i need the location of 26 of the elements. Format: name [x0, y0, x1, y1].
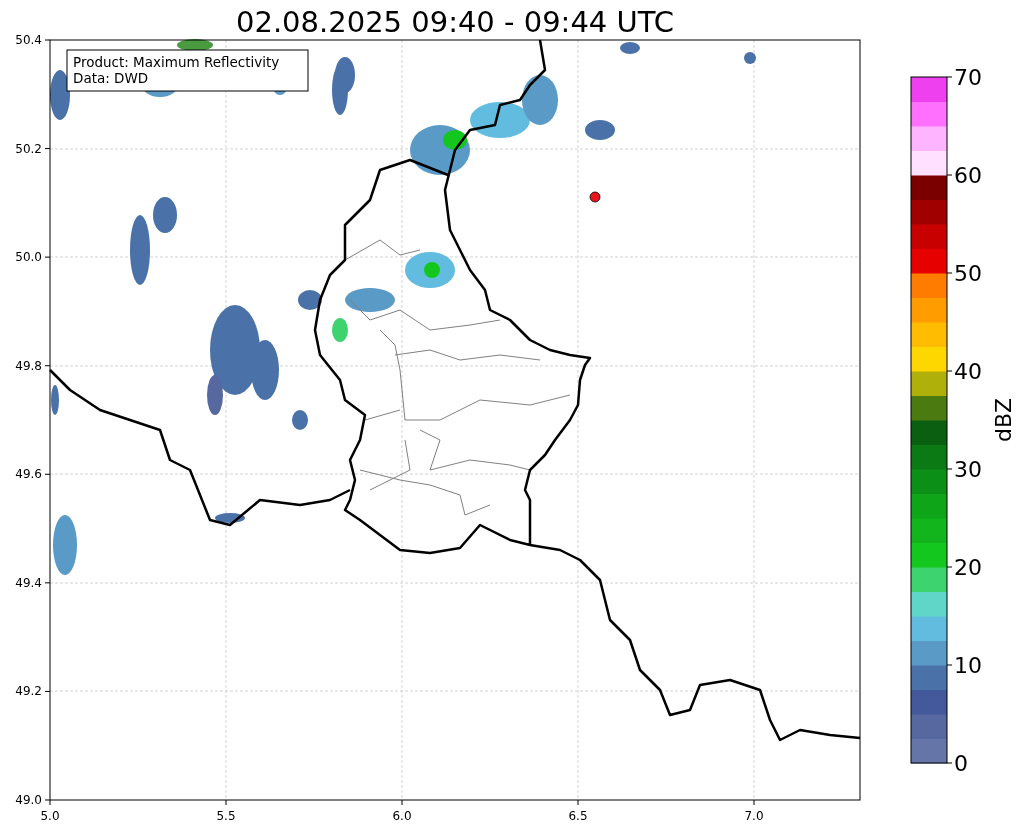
chart-title: 02.08.2025 09:40 - 09:44 UTC [236, 5, 674, 39]
y-tick-label: 50.0 [15, 250, 42, 265]
x-tick-label: 7.0 [744, 809, 764, 823]
x-tick-label: 5.5 [216, 809, 236, 823]
colorbar-tick-label: 20 [954, 555, 982, 580]
y-tick-label: 49.4 [15, 575, 42, 590]
colorbar-tick-label: 0 [954, 751, 968, 776]
y-tick-label: 49.6 [15, 467, 42, 482]
x-tick-label: 6.5 [568, 809, 588, 823]
colorbar-tick-label: 70 [954, 65, 982, 90]
y-tick-label: 50.2 [15, 141, 42, 156]
y-tick-label: 49.0 [15, 793, 42, 807]
y-tick-label: 49.8 [15, 358, 42, 373]
colorbar-tick-label: 10 [954, 653, 982, 678]
x-tick-label: 6.0 [392, 809, 412, 823]
colorbar-tick-label: 30 [954, 457, 982, 482]
y-tick-label: 49.2 [15, 684, 42, 699]
colorbar-label: dBZ [991, 397, 1016, 443]
x-tick-label: 5.0 [40, 809, 60, 823]
info-text: Product: Maximum Reflectivity [73, 54, 280, 70]
colorbar-tick-label: 50 [954, 261, 982, 286]
colorbar-tick-label: 60 [954, 163, 982, 188]
location-marker [589, 191, 601, 203]
info-text: Data: DWD [73, 70, 149, 86]
y-tick-label: 50.4 [15, 33, 42, 47]
colorbar-tick-label: 40 [954, 359, 982, 384]
